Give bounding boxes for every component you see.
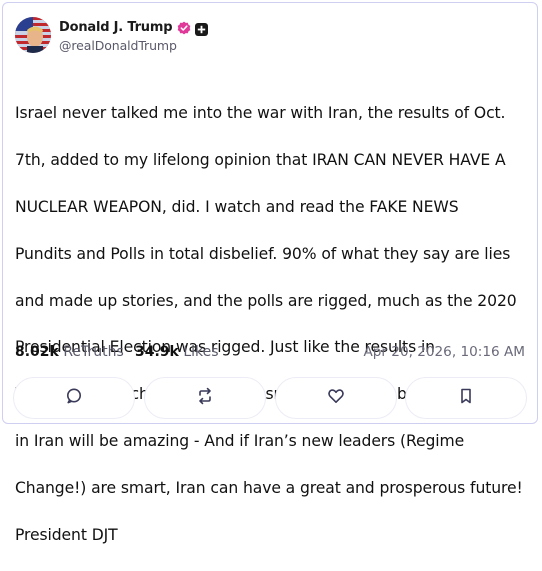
author-display-name[interactable]: Donald J. Trump	[59, 20, 172, 35]
avatar[interactable]	[15, 17, 51, 53]
like-button[interactable]	[275, 377, 397, 419]
likes-stat[interactable]: 34.9k Likes	[135, 344, 219, 360]
author-names: Donald J. Trump @realDonaldTrump	[59, 17, 209, 53]
post-text-line: Israel never talked me into the war with…	[15, 104, 506, 123]
author-handle[interactable]: @realDonaldTrump	[59, 38, 208, 53]
post-text: Israel never talked me into the war with…	[15, 79, 527, 571]
comment-icon	[65, 387, 83, 409]
avatar-image	[15, 17, 51, 53]
bookmark-icon	[457, 387, 475, 409]
post-stats: 8.02k ReTruths 34.9k Likes Apr 20, 2026,…	[15, 344, 525, 364]
post-timestamp[interactable]: Apr 20, 2026, 10:16 AM	[363, 344, 525, 360]
post-actions	[13, 377, 527, 421]
post-text-line: President DJT	[15, 525, 118, 544]
retruth-button[interactable]	[144, 377, 266, 419]
heart-icon	[327, 387, 345, 409]
verified-badge-icon	[177, 20, 191, 35]
post-card: Donald J. Trump @realDonaldTrump Israel …	[2, 2, 538, 544]
affiliation-badge-icon	[195, 21, 209, 36]
retruths-count: 8.02k	[15, 344, 59, 360]
post-text-line: in Iran will be amazing - And if Iran’s …	[15, 432, 465, 451]
name-row: Donald J. Trump	[59, 17, 209, 37]
post-text-line: NUCLEAR WEAPON, did. I watch and read th…	[15, 198, 459, 217]
post-text-line: Change!) are smart, Iran can have a grea…	[15, 478, 523, 497]
reply-button[interactable]	[13, 377, 135, 419]
retruths-stat[interactable]: 8.02k ReTruths	[15, 344, 124, 360]
retruth-icon	[196, 387, 214, 409]
post-text-line: 7th, added to my lifelong opinion that I…	[15, 151, 506, 170]
post-header: Donald J. Trump @realDonaldTrump	[15, 15, 515, 59]
retruths-label: ReTruths	[63, 344, 124, 360]
likes-label: Likes	[183, 344, 219, 360]
post-text-line: and made up stories, and the polls are r…	[15, 291, 517, 310]
post-text-line: Pundits and Polls in total disbelief. 90…	[15, 244, 511, 263]
likes-count: 34.9k	[135, 344, 179, 360]
bookmark-button[interactable]	[405, 377, 527, 419]
